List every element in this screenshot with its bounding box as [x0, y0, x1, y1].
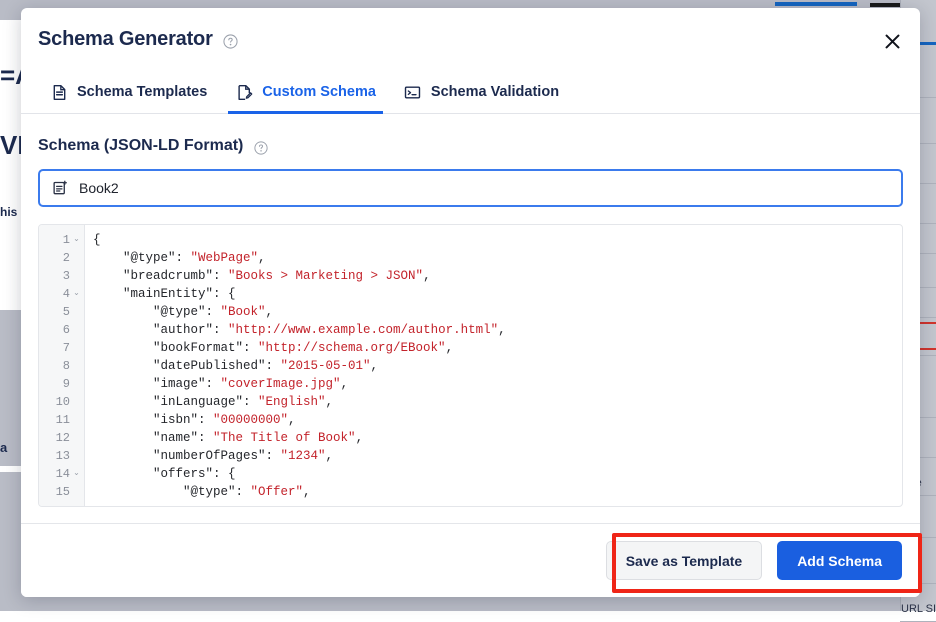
- background-text-fragment: =A: [0, 60, 22, 91]
- background-toolbar-blue: [775, 2, 857, 6]
- tab-label: Schema Templates: [77, 84, 207, 100]
- editor-code-line: "mainEntity": {: [93, 285, 902, 303]
- editor-code-line: "name": "The Title of Book",: [93, 429, 902, 447]
- editor-line-number: 13⌄: [39, 447, 84, 465]
- document-edit-icon: [235, 83, 253, 101]
- editor-line-number: 9⌄: [39, 375, 84, 393]
- editor-code-line: "isbn": "00000000",: [93, 411, 902, 429]
- code-fold-chevron-icon[interactable]: ⌄: [73, 470, 80, 478]
- editor-code-line: "numberOfPages": "1234",: [93, 447, 902, 465]
- editor-code-line: "inLanguage": "English",: [93, 393, 902, 411]
- terminal-icon: [404, 83, 422, 101]
- tab-schema-templates[interactable]: Schema Templates: [36, 70, 221, 114]
- editor-code-line: "datePublished": "2015-05-01",: [93, 357, 902, 375]
- editor-code-line: "@type": "WebPage",: [93, 249, 902, 267]
- save-as-template-button[interactable]: Save as Template: [606, 541, 762, 580]
- modal-header: Schema Generator: [21, 8, 920, 70]
- tab-custom-schema[interactable]: Custom Schema: [221, 70, 390, 114]
- page-title: Schema Generator: [38, 28, 213, 51]
- editor-code-line: {: [93, 231, 902, 249]
- editor-line-number: 10⌄: [39, 393, 84, 411]
- code-fold-chevron-icon[interactable]: ⌄: [73, 290, 80, 298]
- editor-line-number: 7⌄: [39, 339, 84, 357]
- editor-code-line: "bookFormat": "http://schema.org/EBook",: [93, 339, 902, 357]
- modal-footer: Save as Template Add Schema: [21, 523, 920, 597]
- editor-line-number: 2⌄: [39, 249, 84, 267]
- close-icon[interactable]: [881, 30, 903, 52]
- editor-code-area[interactable]: { "@type": "WebPage", "breadcrumb": "Boo…: [85, 225, 902, 506]
- question-circle-icon[interactable]: [253, 141, 268, 156]
- editor-line-number: 8⌄: [39, 357, 84, 375]
- editor-code-line: "breadcrumb": "Books > Marketing > JSON"…: [93, 267, 902, 285]
- editor-line-number: 12⌄: [39, 429, 84, 447]
- tab-label: Schema Validation: [431, 84, 559, 100]
- tab-label: Custom Schema: [262, 84, 376, 100]
- modal-tabs: Schema Templates Custom Schema: [21, 70, 920, 114]
- editor-line-number: 6⌄: [39, 321, 84, 339]
- schema-format-section-header: Schema (JSON-LD Format): [38, 114, 903, 169]
- section-label: Schema (JSON-LD Format): [38, 137, 243, 155]
- background-text-fragment: URL SI: [900, 596, 936, 622]
- editor-line-number: 15⌄: [39, 483, 84, 501]
- editor-code-line: "@type": "Offer",: [93, 483, 902, 501]
- code-fold-chevron-icon[interactable]: ⌄: [73, 236, 80, 244]
- schema-name-input[interactable]: [79, 180, 889, 196]
- modal-body: Schema (JSON-LD Format) 1⌄2⌄3⌄4⌄5⌄6: [21, 114, 920, 507]
- editor-code-line: "image": "coverImage.jpg",: [93, 375, 902, 393]
- document-icon: [50, 83, 68, 101]
- editor-code-line: "@type": "Book",: [93, 303, 902, 321]
- note-add-icon: [52, 180, 68, 196]
- tab-schema-validation[interactable]: Schema Validation: [390, 70, 573, 114]
- editor-line-number: 3⌄: [39, 267, 84, 285]
- background-text-fragment: a: [0, 440, 22, 455]
- background-text-fragment: his i: [0, 205, 22, 219]
- editor-line-number: 11⌄: [39, 411, 84, 429]
- editor-line-number: 4⌄: [39, 285, 84, 303]
- question-circle-icon[interactable]: [223, 34, 238, 49]
- editor-line-number: 14⌄: [39, 465, 84, 483]
- editor-line-number: 5⌄: [39, 303, 84, 321]
- schema-name-field[interactable]: [38, 169, 903, 207]
- editor-code-line: "author": "http://www.example.com/author…: [93, 321, 902, 339]
- json-code-editor[interactable]: 1⌄2⌄3⌄4⌄5⌄6⌄7⌄8⌄9⌄10⌄11⌄12⌄13⌄14⌄15⌄ { "…: [38, 224, 903, 507]
- editor-code-line: "offers": {: [93, 465, 902, 483]
- add-schema-button[interactable]: Add Schema: [777, 541, 902, 580]
- editor-line-number: 1⌄: [39, 231, 84, 249]
- editor-gutter: 1⌄2⌄3⌄4⌄5⌄6⌄7⌄8⌄9⌄10⌄11⌄12⌄13⌄14⌄15⌄: [39, 225, 85, 506]
- background-text-fragment: VI: [0, 130, 22, 161]
- schema-generator-modal: Schema Generator Schema Templ: [21, 8, 920, 597]
